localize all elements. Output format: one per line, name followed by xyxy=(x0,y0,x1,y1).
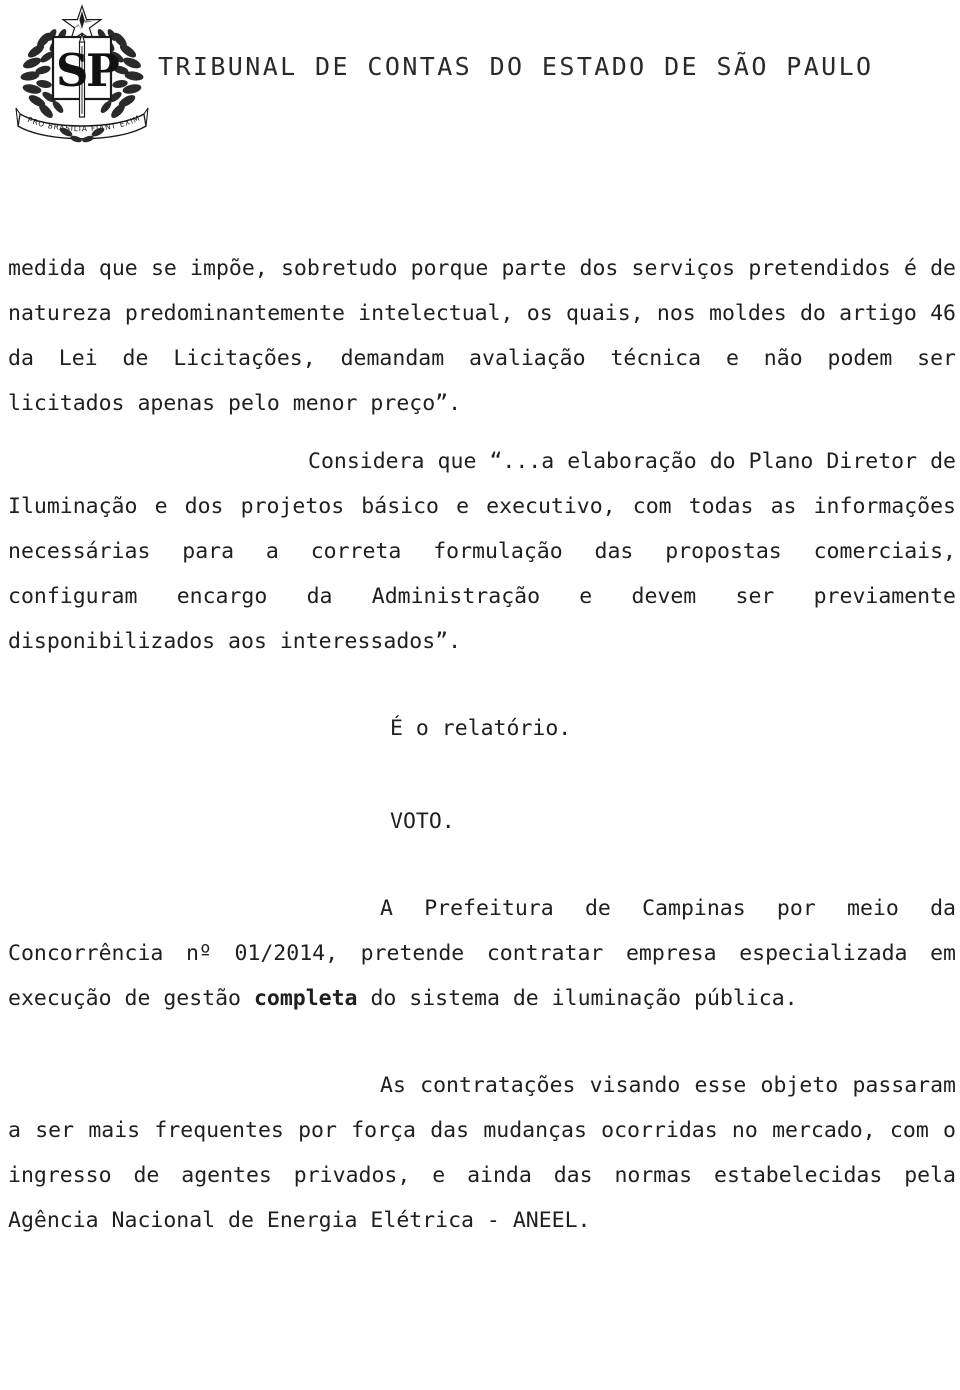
report-closing-line: É o relatório. xyxy=(390,716,572,741)
vote-section-heading: VOTO. xyxy=(390,809,455,834)
page-title: TRIBUNAL DE CONTAS DO ESTADO DE SÃO PAUL… xyxy=(158,52,874,81)
svg-text:P: P xyxy=(86,44,120,97)
document-page: S P PRO BRASILIA FIANT EXIMIA xyxy=(0,0,960,1390)
paragraph-prefeitura-campinas: A Prefeitura de Campinas por meio da Con… xyxy=(8,886,956,1021)
document-body: medida que se impõe, sobretudo porque pa… xyxy=(8,246,956,1243)
sao-paulo-coat-of-arms-icon: S P PRO BRASILIA FIANT EXIMIA xyxy=(11,0,150,154)
svg-text:S: S xyxy=(56,44,89,97)
paragraph-contratacoes: As contratações visando esse objeto pass… xyxy=(8,1073,956,1233)
document-header: S P PRO BRASILIA FIANT EXIMIA xyxy=(0,0,960,170)
paragraph-continuation-quote: medida que se impõe, sobretudo porque pa… xyxy=(8,256,956,416)
emphasis-completa: completa xyxy=(253,986,358,1011)
paragraph-text-part-b: do sistema de iluminação pública. xyxy=(357,986,798,1011)
crest-letters: S P xyxy=(56,44,120,97)
paragraph-considera-quote: Considera que “...a elaboração do Plano … xyxy=(8,449,956,654)
